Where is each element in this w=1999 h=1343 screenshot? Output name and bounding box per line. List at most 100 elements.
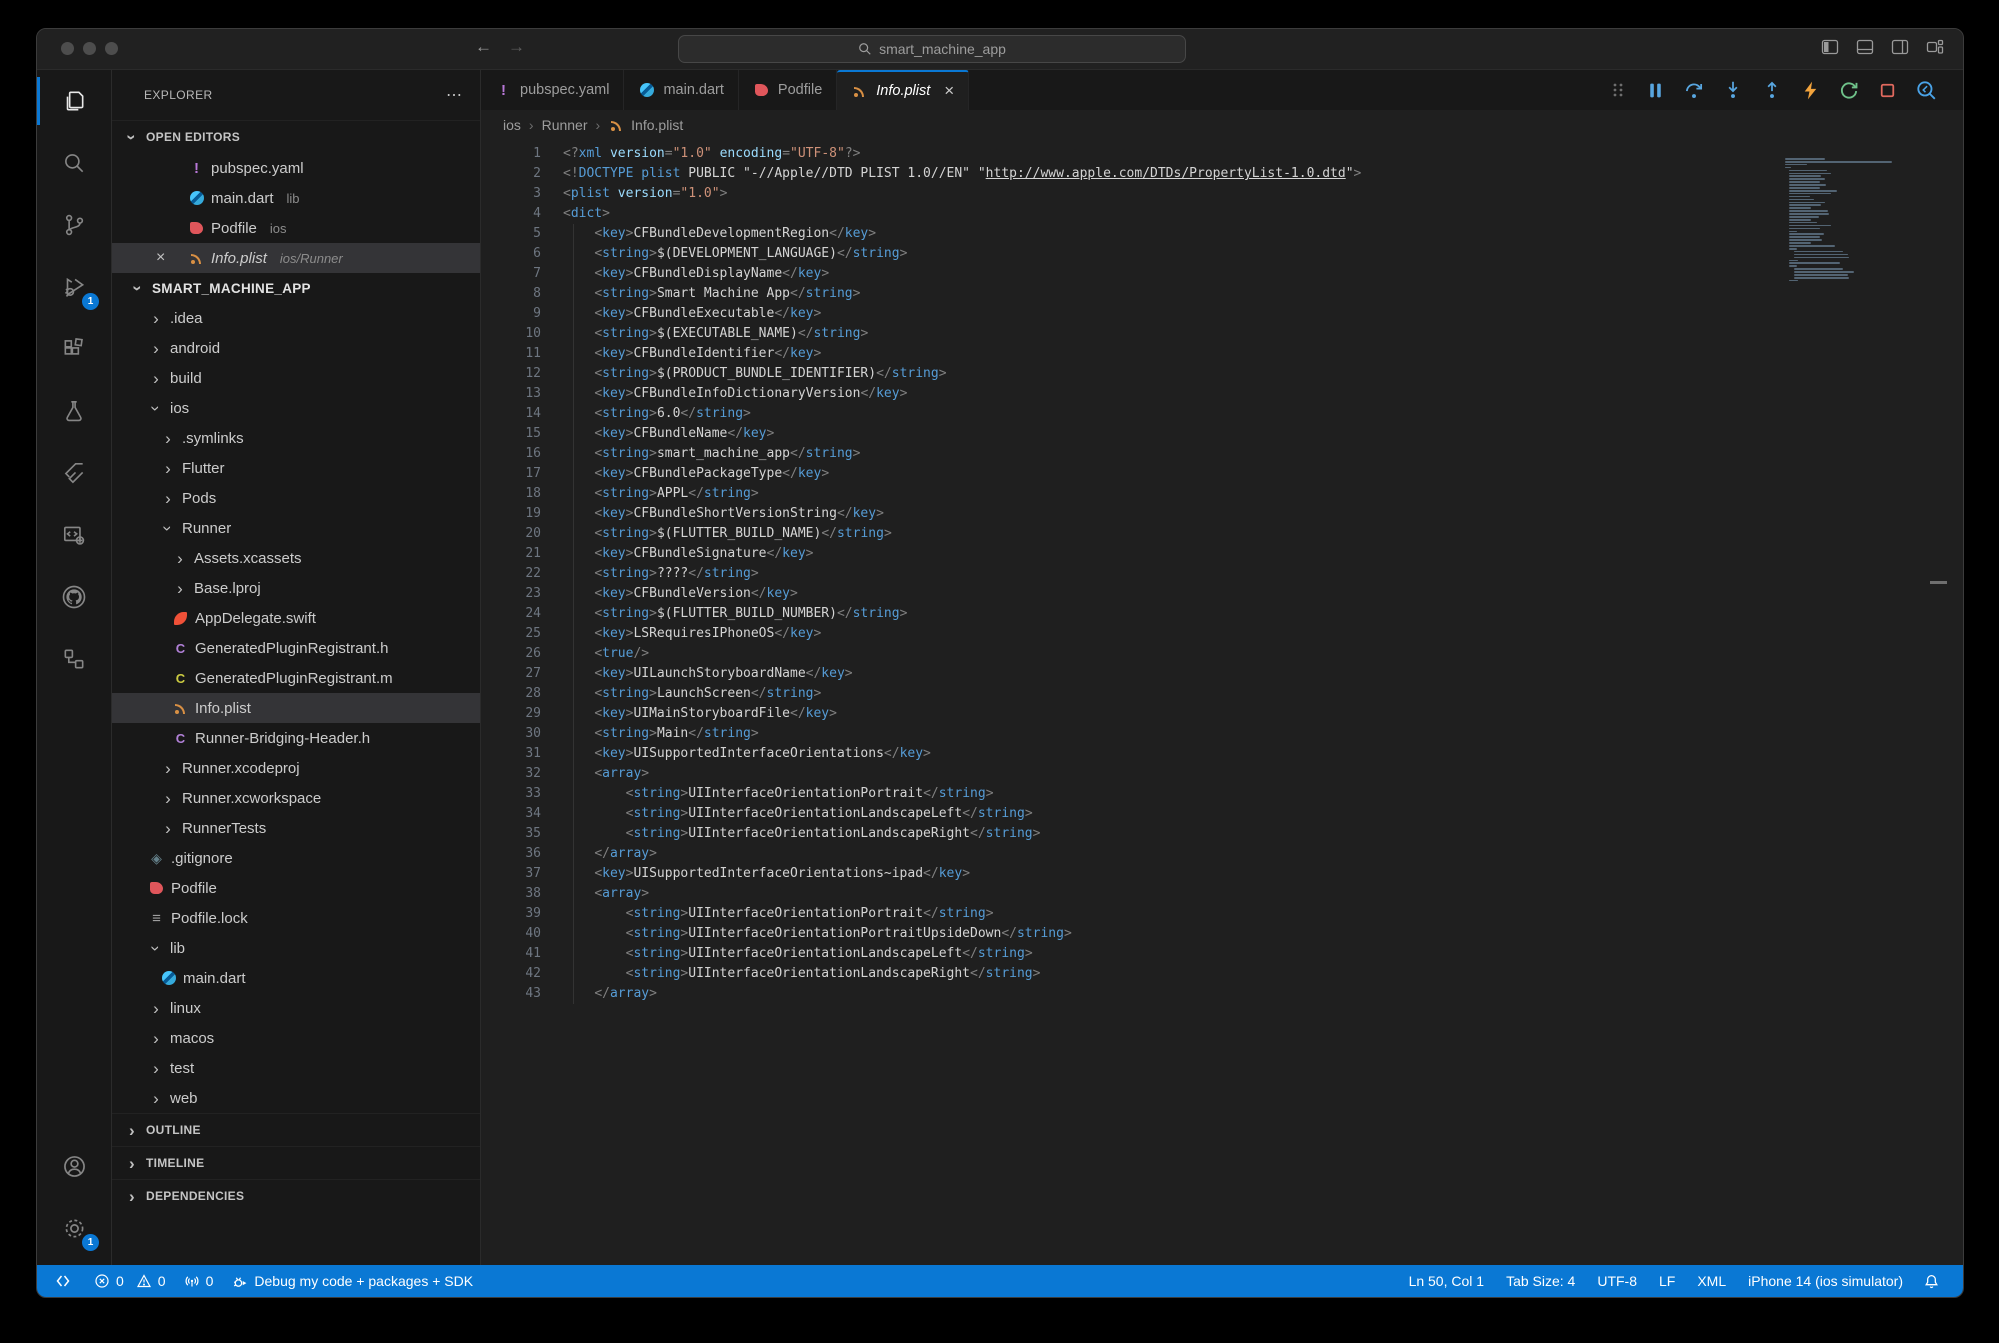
breadcrumb-ios[interactable]: ios [503, 117, 521, 133]
breadcrumb-info-plist[interactable]: Info.plist [608, 117, 683, 133]
project-manager-view-icon[interactable] [37, 504, 111, 566]
tree-item-runner-bridging-header-h[interactable]: Runner-Bridging-Header.h [112, 723, 480, 753]
device-selector[interactable]: iPhone 14 (ios simulator) [1737, 1273, 1914, 1289]
section-header-outline[interactable]: OUTLINE [112, 1113, 480, 1146]
code-line[interactable]: 38 <array> [481, 884, 1963, 904]
tree-item-flutter[interactable]: Flutter [112, 453, 480, 483]
code-line[interactable]: 26 <true/> [481, 644, 1963, 664]
tree-item-main-dart[interactable]: main.dart [112, 963, 480, 993]
encoding[interactable]: UTF-8 [1586, 1273, 1648, 1289]
tree-item-macos[interactable]: macos [112, 1023, 480, 1053]
tab-main-dart[interactable]: main.dart [624, 70, 738, 110]
code-line[interactable]: 30 <string>Main</string> [481, 724, 1963, 744]
code-line[interactable]: 27 <key>UILaunchStoryboardName</key> [481, 664, 1963, 684]
problems-indicator[interactable]: 0 0 [85, 1265, 175, 1297]
references-view-icon[interactable] [37, 628, 111, 690]
tab-pubspec-yaml[interactable]: pubspec.yaml [481, 70, 624, 110]
code-line[interactable]: 2<!DOCTYPE plist PUBLIC "-//Apple//DTD P… [481, 164, 1963, 184]
zoom-window-button[interactable] [105, 42, 118, 55]
language-mode[interactable]: XML [1686, 1273, 1737, 1289]
tree-item-appdelegate-swift[interactable]: AppDelegate.swift [112, 603, 480, 633]
code-line[interactable]: 14 <string>6.0</string> [481, 404, 1963, 424]
code-line[interactable]: 22 <string>????</string> [481, 564, 1963, 584]
account-icon[interactable] [37, 1135, 111, 1197]
code-line[interactable]: 40 <string>UIInterfaceOrientationPortrai… [481, 924, 1963, 944]
tree-item-ios[interactable]: ios [112, 393, 480, 423]
code-line[interactable]: 20 <string>$(FLUTTER_BUILD_NAME)</string… [481, 524, 1963, 544]
open-editor-main-dart[interactable]: main.dartlib [112, 183, 480, 213]
flutter-view-icon[interactable] [37, 442, 111, 504]
customize-layout-icon[interactable] [1925, 37, 1945, 57]
minimize-window-button[interactable] [83, 42, 96, 55]
code-line[interactable]: 41 <string>UIInterfaceOrientationLandsca… [481, 944, 1963, 964]
tree-item-info-plist[interactable]: Info.plist [112, 693, 480, 723]
code-line[interactable]: 29 <key>UIMainStoryboardFile</key> [481, 704, 1963, 724]
code-line[interactable]: 3<plist version="1.0"> [481, 184, 1963, 204]
code-line[interactable]: 36 </array> [481, 844, 1963, 864]
close-icon[interactable]: × [156, 249, 182, 267]
close-window-button[interactable] [61, 42, 74, 55]
tree-item-runner-xcodeproj[interactable]: Runner.xcodeproj [112, 753, 480, 783]
open-editor-podfile[interactable]: Podfileios [112, 213, 480, 243]
pause-icon[interactable] [1645, 80, 1666, 101]
tree-item-base-lproj[interactable]: Base.lproj [112, 573, 480, 603]
section-header-timeline[interactable]: TIMELINE [112, 1146, 480, 1179]
code-line[interactable]: 18 <string>APPL</string> [481, 484, 1963, 504]
open-editors-header[interactable]: OPEN EDITORS [112, 120, 480, 153]
code-line[interactable]: 28 <string>LaunchScreen</string> [481, 684, 1963, 704]
tree-item-runner[interactable]: Runner [112, 513, 480, 543]
code-line[interactable]: 8 <string>Smart Machine App</string> [481, 284, 1963, 304]
step-into-icon[interactable] [1722, 79, 1744, 101]
code-line[interactable]: 42 <string>UIInterfaceOrientationLandsca… [481, 964, 1963, 984]
code-line[interactable]: 1<?xml version="1.0" encoding="UTF-8"?> [481, 144, 1963, 164]
widget-inspector-icon[interactable] [1915, 79, 1937, 101]
code-line[interactable]: 37 <key>UISupportedInterfaceOrientations… [481, 864, 1963, 884]
github-view-icon[interactable] [37, 566, 111, 628]
tree-item-generatedpluginregistrant-m[interactable]: GeneratedPluginRegistrant.m [112, 663, 480, 693]
tree-item-symlinks[interactable]: .symlinks [112, 423, 480, 453]
run-debug-view-icon[interactable]: 1 [37, 256, 111, 318]
code-line[interactable]: 31 <key>UISupportedInterfaceOrientations… [481, 744, 1963, 764]
tree-item-test[interactable]: test [112, 1053, 480, 1083]
code-line[interactable]: 4<dict> [481, 204, 1963, 224]
command-center-search[interactable]: smart_machine_app [678, 35, 1186, 63]
code-line[interactable]: 17 <key>CFBundlePackageType</key> [481, 464, 1963, 484]
tree-item-gitignore[interactable]: .gitignore [112, 843, 480, 873]
tree-item-lib[interactable]: lib [112, 933, 480, 963]
ports-indicator[interactable]: 0 [175, 1265, 223, 1297]
testing-view-icon[interactable] [37, 380, 111, 442]
code-line[interactable]: 43 </array> [481, 984, 1963, 1004]
tree-item-runner-xcworkspace[interactable]: Runner.xcworkspace [112, 783, 480, 813]
back-icon[interactable]: ← [475, 37, 492, 57]
tree-item-build[interactable]: build [112, 363, 480, 393]
extensions-view-icon[interactable] [37, 318, 111, 380]
tree-item-idea[interactable]: .idea [112, 303, 480, 333]
tree-item-runnertests[interactable]: RunnerTests [112, 813, 480, 843]
tree-item-podfile-lock[interactable]: Podfile.lock [112, 903, 480, 933]
code-line[interactable]: 19 <key>CFBundleShortVersionString</key> [481, 504, 1963, 524]
open-editor-info-plist[interactable]: ×Info.plistios/Runner [112, 243, 480, 273]
tab-podfile[interactable]: Podfile [739, 70, 837, 110]
breadcrumb-runner[interactable]: Runner [542, 117, 588, 133]
settings-gear-icon[interactable]: 1 [37, 1197, 111, 1259]
open-editor-pubspec-yaml[interactable]: pubspec.yaml [112, 153, 480, 183]
code-line[interactable]: 15 <key>CFBundleName</key> [481, 424, 1963, 444]
code-line[interactable]: 16 <string>smart_machine_app</string> [481, 444, 1963, 464]
code-line[interactable]: 12 <string>$(PRODUCT_BUNDLE_IDENTIFIER)<… [481, 364, 1963, 384]
tree-item-android[interactable]: android [112, 333, 480, 363]
code-line[interactable]: 7 <key>CFBundleDisplayName</key> [481, 264, 1963, 284]
tab-info-plist[interactable]: Info.plist× [837, 70, 969, 110]
explorer-view-icon[interactable] [37, 70, 111, 132]
cursor-position[interactable]: Ln 50, Col 1 [1398, 1273, 1496, 1289]
remote-indicator[interactable] [37, 1265, 85, 1297]
code-line[interactable]: 10 <string>$(EXECUTABLE_NAME)</string> [481, 324, 1963, 344]
code-line[interactable]: 5 <key>CFBundleDevelopmentRegion</key> [481, 224, 1963, 244]
code-line[interactable]: 33 <string>UIInterfaceOrientationPortrai… [481, 784, 1963, 804]
tree-item-podfile[interactable]: Podfile [112, 873, 480, 903]
hot-reload-icon[interactable] [1800, 80, 1821, 101]
forward-icon[interactable]: → [508, 37, 525, 57]
tree-item-pods[interactable]: Pods [112, 483, 480, 513]
code-line[interactable]: 13 <key>CFBundleInfoDictionaryVersion</k… [481, 384, 1963, 404]
code-line[interactable]: 24 <string>$(FLUTTER_BUILD_NUMBER)</stri… [481, 604, 1963, 624]
search-view-icon[interactable] [37, 132, 111, 194]
